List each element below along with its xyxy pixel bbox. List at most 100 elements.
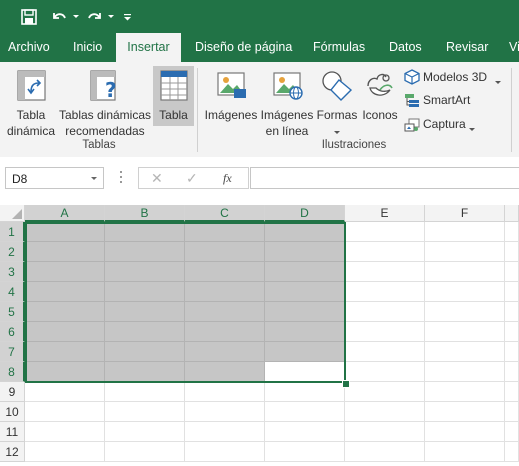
cell-f1[interactable] [425, 222, 505, 242]
cell-c9[interactable] [185, 382, 265, 402]
cell-partial-9[interactable] [505, 382, 519, 402]
enter-icon[interactable]: ✓ [186, 170, 198, 187]
cell-f10[interactable] [425, 402, 505, 422]
row-header-2[interactable]: 2 [0, 242, 25, 262]
name-box[interactable]: D8 [5, 167, 104, 189]
cell-c7[interactable] [185, 342, 265, 362]
cell-a12[interactable] [25, 442, 105, 462]
column-header-e[interactable]: E [345, 205, 425, 222]
cancel-icon[interactable]: ✕ [151, 170, 163, 187]
cell-e12[interactable] [345, 442, 425, 462]
cell-e7[interactable] [345, 342, 425, 362]
tab-archivo[interactable]: Archivo [8, 33, 50, 62]
cell-a2[interactable] [25, 242, 105, 262]
cell-f9[interactable] [425, 382, 505, 402]
cell-e4[interactable] [345, 282, 425, 302]
cell-e2[interactable] [345, 242, 425, 262]
cell-e9[interactable] [345, 382, 425, 402]
cell-c11[interactable] [185, 422, 265, 442]
column-header-partial[interactable] [505, 205, 519, 222]
cell-partial-6[interactable] [505, 322, 519, 342]
row-header-3[interactable]: 3 [0, 262, 25, 282]
name-box-dropdown-icon[interactable] [90, 176, 98, 182]
cell-partial-1[interactable] [505, 222, 519, 242]
cell-b1[interactable] [105, 222, 185, 242]
cell-d10[interactable] [265, 402, 345, 422]
cell-a5[interactable] [25, 302, 105, 322]
tab-datos[interactable]: Datos [389, 33, 422, 62]
cell-f7[interactable] [425, 342, 505, 362]
cell-partial-3[interactable] [505, 262, 519, 282]
fill-handle[interactable] [342, 380, 350, 388]
imagenes-button[interactable]: Imágenes [203, 66, 259, 126]
cell-f4[interactable] [425, 282, 505, 302]
cell-partial-12[interactable] [505, 442, 519, 462]
iconos-button[interactable]: Iconos [359, 66, 401, 126]
cell-c12[interactable] [185, 442, 265, 462]
cell-d5[interactable] [265, 302, 345, 322]
row-header-1[interactable]: 1 [0, 222, 25, 242]
cell-d6[interactable] [265, 322, 345, 342]
customize-qat-icon[interactable] [121, 6, 133, 28]
cell-partial-8[interactable] [505, 362, 519, 382]
formula-input[interactable] [250, 167, 519, 189]
undo-icon[interactable] [48, 6, 70, 28]
cell-c4[interactable] [185, 282, 265, 302]
row-header-6[interactable]: 6 [0, 322, 25, 342]
cell-d1[interactable] [265, 222, 345, 242]
tabla-button[interactable]: Tabla [153, 66, 194, 126]
cell-a4[interactable] [25, 282, 105, 302]
cell-b10[interactable] [105, 402, 185, 422]
cell-partial-11[interactable] [505, 422, 519, 442]
column-header-a[interactable]: A [25, 205, 105, 222]
cell-e5[interactable] [345, 302, 425, 322]
save-icon[interactable] [18, 6, 40, 28]
cell-b4[interactable] [105, 282, 185, 302]
cell-f12[interactable] [425, 442, 505, 462]
cell-d2[interactable] [265, 242, 345, 262]
select-all-button[interactable] [0, 205, 25, 222]
cell-f3[interactable] [425, 262, 505, 282]
cell-d7[interactable] [265, 342, 345, 362]
cell-a1[interactable] [25, 222, 105, 242]
cell-a3[interactable] [25, 262, 105, 282]
tabla-dinamica-button[interactable]: Tabla dinámica [4, 66, 58, 138]
insert-function-icon[interactable]: fx [223, 171, 232, 186]
row-header-9[interactable]: 9 [0, 382, 25, 402]
column-header-f[interactable]: F [425, 205, 505, 222]
row-header-4[interactable]: 4 [0, 282, 25, 302]
cell-e1[interactable] [345, 222, 425, 242]
row-header-11[interactable]: 11 [0, 422, 25, 442]
cell-e10[interactable] [345, 402, 425, 422]
cell-f2[interactable] [425, 242, 505, 262]
cell-b8[interactable] [105, 362, 185, 382]
tablas-recomendadas-button[interactable]: ? Tablas dinámicas recomendadas [58, 66, 152, 138]
redo-dropdown-icon[interactable] [106, 6, 116, 28]
row-header-5[interactable]: 5 [0, 302, 25, 322]
cell-a7[interactable] [25, 342, 105, 362]
tab-insertar[interactable]: Insertar [116, 33, 181, 62]
cell-partial-7[interactable] [505, 342, 519, 362]
cell-f8[interactable] [425, 362, 505, 382]
cell-a6[interactable] [25, 322, 105, 342]
undo-dropdown-icon[interactable] [71, 6, 81, 28]
tab-vista[interactable]: Vi [509, 33, 519, 62]
smartart-button[interactable]: SmartArt [404, 91, 484, 111]
cell-f6[interactable] [425, 322, 505, 342]
formula-bar-grip-icon[interactable] [120, 171, 123, 185]
worksheet-grid[interactable]: ABCDEF 1 2 3 4 5 6 7 8 9 10 11 12 [0, 205, 519, 466]
cell-e6[interactable] [345, 322, 425, 342]
cell-e11[interactable] [345, 422, 425, 442]
cell-d3[interactable] [265, 262, 345, 282]
row-header-7[interactable]: 7 [0, 342, 25, 362]
cell-e8[interactable] [345, 362, 425, 382]
cell-b5[interactable] [105, 302, 185, 322]
cell-a9[interactable] [25, 382, 105, 402]
column-header-c[interactable]: C [185, 205, 265, 222]
cell-d8[interactable] [265, 362, 345, 382]
cell-partial-5[interactable] [505, 302, 519, 322]
row-header-12[interactable]: 12 [0, 442, 25, 462]
cell-c8[interactable] [185, 362, 265, 382]
cell-c6[interactable] [185, 322, 265, 342]
imagenes-en-linea-button[interactable]: Imágenes en línea [259, 66, 315, 138]
